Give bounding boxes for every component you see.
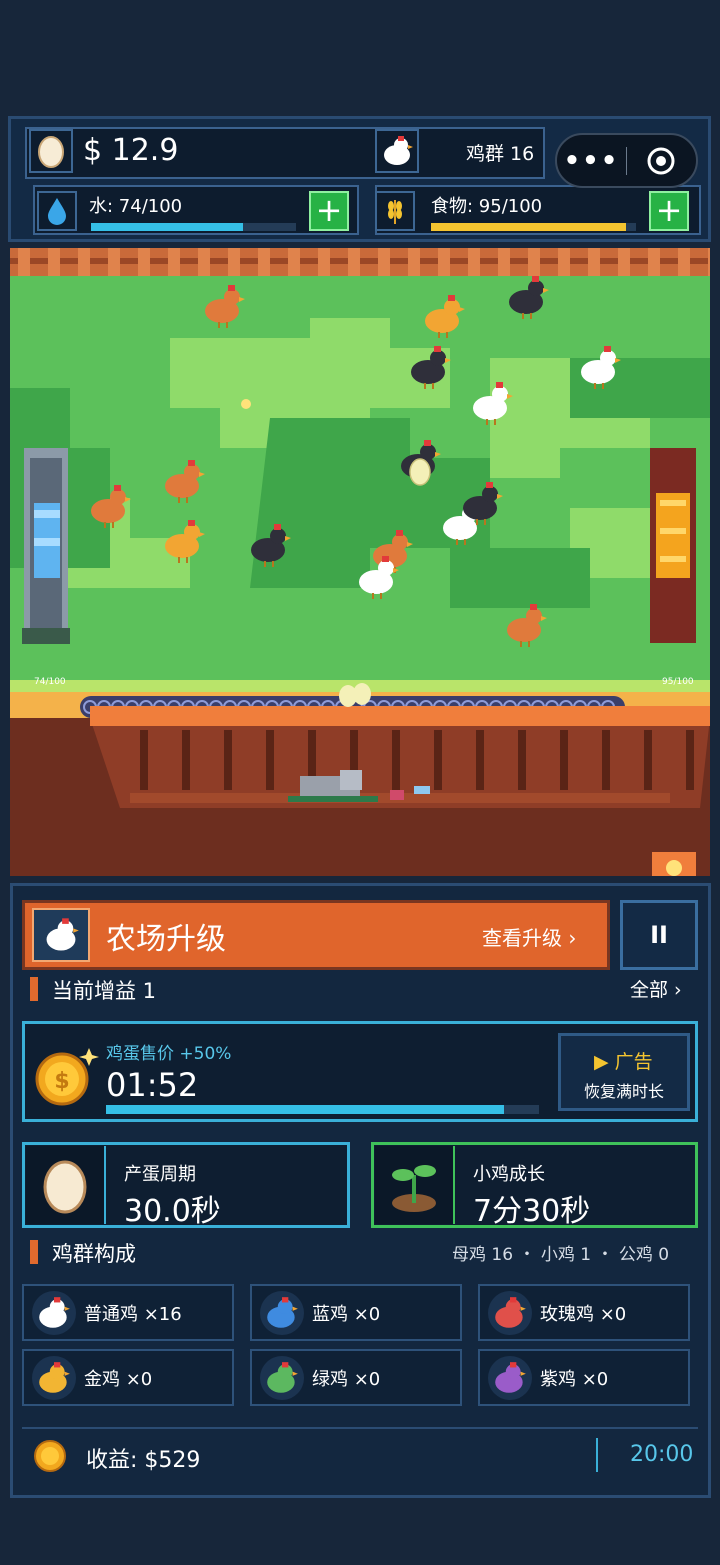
- view-upgrades-link[interactable]: 查看升级 ›: [482, 922, 576, 951]
- breed-chicken-icon: [260, 1290, 304, 1335]
- flock-count: 鸡群 16: [466, 143, 535, 165]
- chick-growth-value: 7分30秒: [473, 1194, 591, 1229]
- breed-chicken-icon: [32, 1355, 76, 1400]
- chick-sprite[interactable]: [241, 399, 251, 409]
- flock-summary: 母鸡 16 ・ 小鸡 1 ・ 公鸡 0: [452, 1245, 670, 1265]
- breed-card[interactable]: 普通鸡 ×16: [22, 1284, 234, 1341]
- breed-card[interactable]: 蓝鸡 ×0: [250, 1284, 462, 1341]
- ad-sublabel: 恢复满时长: [584, 1082, 665, 1101]
- current-buffs-title: 当前增益 1: [29, 975, 156, 1005]
- breed-card[interactable]: 金鸡 ×0: [22, 1349, 234, 1406]
- egg-cycle-value: 30.0秒: [124, 1194, 221, 1229]
- breed-chicken-icon: [260, 1355, 304, 1400]
- buff-progress: [106, 1105, 539, 1114]
- breed-chicken-icon: [488, 1355, 532, 1400]
- more-menu-button[interactable]: •••: [557, 146, 626, 176]
- income-label: 收益: $529: [86, 1448, 201, 1473]
- chicken-icon: [375, 129, 419, 173]
- add-water-button[interactable]: +: [309, 191, 349, 231]
- chick-growth-label: 小鸡成长: [473, 1164, 545, 1185]
- income-timer: 20:00: [630, 1442, 694, 1467]
- breed-chicken-icon: [488, 1290, 532, 1335]
- egg-cycle-label: 产蛋周期: [124, 1164, 196, 1185]
- svg-text:95/100: 95/100: [662, 677, 694, 687]
- food-meter: [431, 223, 636, 231]
- breed-label: 玫瑰鸡 ×0: [540, 1303, 627, 1325]
- income-separator: [596, 1438, 598, 1472]
- svg-text:74/100: 74/100: [34, 677, 66, 687]
- miniprogram-capsule: •••: [555, 133, 698, 188]
- buff-timer: 01:52: [106, 1066, 199, 1104]
- farm-illustration: 74/100 95/100: [10, 248, 710, 876]
- breed-label: 普通鸡 ×16: [84, 1303, 182, 1325]
- breed-card[interactable]: 绿鸡 ×0: [250, 1349, 462, 1406]
- income-divider: [22, 1427, 698, 1429]
- water-meter: [91, 223, 296, 231]
- breed-chicken-icon: [32, 1290, 76, 1335]
- upgrade-title: 农场升级: [106, 922, 226, 957]
- income-coin-icon: [30, 1436, 70, 1480]
- breed-label: 紫鸡 ×0: [540, 1368, 609, 1390]
- breed-label: 金鸡 ×0: [84, 1368, 153, 1390]
- egg-pickup[interactable]: [409, 458, 431, 486]
- gold-coin-icon: $: [34, 1046, 100, 1112]
- breed-card[interactable]: 紫鸡 ×0: [478, 1349, 690, 1406]
- breed-label: 绿鸡 ×0: [312, 1368, 381, 1390]
- breed-card[interactable]: 玫瑰鸡 ×0: [478, 1284, 690, 1341]
- water-label: 水: 74/100: [89, 196, 183, 217]
- egg-icon: [29, 129, 73, 173]
- flock-composition-title: 鸡群构成: [30, 1238, 136, 1268]
- target-icon: [647, 147, 675, 174]
- close-target-button[interactable]: [627, 146, 696, 176]
- food-label: 食物: 95/100: [431, 196, 543, 217]
- svg-text:$: $: [54, 1069, 69, 1094]
- ad-label: ▶ 广告: [594, 1051, 653, 1073]
- pause-button[interactable]: II: [620, 900, 698, 970]
- money-value: $ 12.9: [83, 133, 179, 168]
- water-drop-icon: [37, 191, 77, 231]
- upgrade-chicken-icon: [32, 908, 90, 962]
- wheat-icon: [375, 191, 415, 231]
- buff-name: 鸡蛋售价 +50%: [106, 1039, 231, 1064]
- farm-scene[interactable]: 74/100 95/100: [10, 248, 710, 876]
- breed-label: 蓝鸡 ×0: [312, 1303, 381, 1325]
- buff-bonus: +50%: [179, 1044, 232, 1064]
- add-food-button[interactable]: +: [649, 191, 689, 231]
- egg-cycle-icon: [26, 1146, 106, 1224]
- view-all-buffs-link[interactable]: 全部 ›: [630, 975, 682, 1002]
- buff-title: 鸡蛋售价: [106, 1044, 174, 1064]
- sprout-icon: [375, 1146, 455, 1224]
